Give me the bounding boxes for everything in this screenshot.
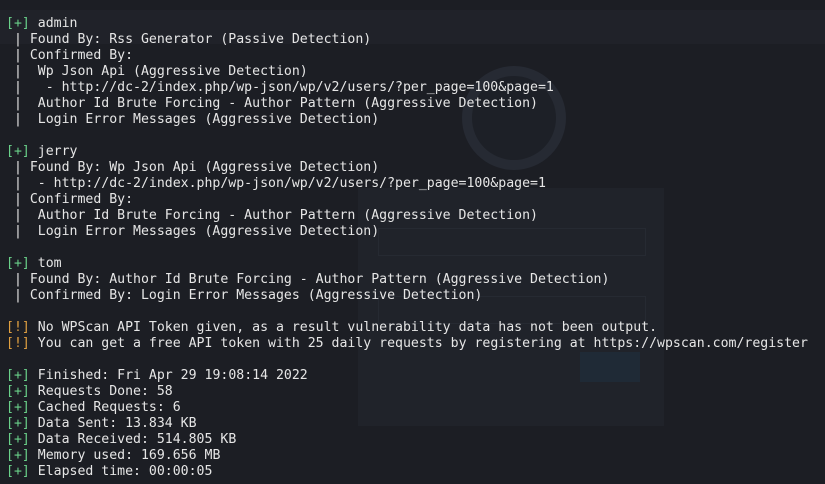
terminal-window[interactable]: [+] admin | Found By: Rss Generator (Pas… <box>0 0 825 484</box>
terminal-line-text: No WPScan API Token given, as a result v… <box>29 320 658 335</box>
terminal-line-text: admin <box>29 16 78 31</box>
terminal-line: [+] tom <box>6 256 808 272</box>
terminal-line-text: Requests Done: 58 <box>29 384 173 399</box>
terminal-line-text: | Login Error Messages (Aggressive Detec… <box>6 224 380 239</box>
info-tag: [+] <box>6 464 30 479</box>
terminal-line-text: Cached Requests: 6 <box>29 400 181 415</box>
terminal-output[interactable]: [+] admin | Found By: Rss Generator (Pas… <box>6 16 808 480</box>
info-tag: [+] <box>6 144 30 159</box>
info-tag: [+] <box>6 256 30 271</box>
terminal-line-text: | Found By: Wp Json Api (Aggressive Dete… <box>6 160 380 175</box>
terminal-line: [+] Memory used: 169.656 MB <box>6 448 808 464</box>
terminal-line-text: | Login Error Messages (Aggressive Detec… <box>6 112 380 127</box>
terminal-line: [+] Requests Done: 58 <box>6 384 808 400</box>
terminal-line-text: Data Sent: 13.834 KB <box>29 416 197 431</box>
warning-tag: [!] <box>6 336 30 351</box>
terminal-line: [!] No WPScan API Token given, as a resu… <box>6 320 808 336</box>
terminal-line: | Confirmed By: <box>6 48 808 64</box>
terminal-line-text: | - http://dc-2/index.php/wp-json/wp/v2/… <box>6 80 554 95</box>
terminal-line-text: Memory used: 169.656 MB <box>29 448 221 463</box>
info-tag: [+] <box>6 432 30 447</box>
terminal-line-text: Data Received: 514.805 KB <box>29 432 237 447</box>
terminal-line: | Author Id Brute Forcing - Author Patte… <box>6 208 808 224</box>
terminal-line-text: | Wp Json Api (Aggressive Detection) <box>6 64 308 79</box>
info-tag: [+] <box>6 448 30 463</box>
terminal-line-text: You can get a free API token with 25 dai… <box>29 336 808 351</box>
terminal-line: | Confirmed By: Login Error Messages (Ag… <box>6 288 808 304</box>
info-tag: [+] <box>6 384 30 399</box>
terminal-line: [!] You can get a free API token with 25… <box>6 336 808 352</box>
terminal-line: | Author Id Brute Forcing - Author Patte… <box>6 96 808 112</box>
terminal-line: [+] Elapsed time: 00:00:05 <box>6 464 808 480</box>
info-tag: [+] <box>6 416 30 431</box>
terminal-line-text: tom <box>29 256 62 271</box>
terminal-line: [+] Cached Requests: 6 <box>6 400 808 416</box>
terminal-line-text: | Found By: Rss Generator (Passive Detec… <box>6 32 372 47</box>
terminal-line: | - http://dc-2/index.php/wp-json/wp/v2/… <box>6 80 808 96</box>
terminal-line: [+] Finished: Fri Apr 29 19:08:14 2022 <box>6 368 808 384</box>
terminal-line: | Login Error Messages (Aggressive Detec… <box>6 224 808 240</box>
terminal-line: | Wp Json Api (Aggressive Detection) <box>6 64 808 80</box>
terminal-line-text: Elapsed time: 00:00:05 <box>29 464 213 479</box>
terminal-line: | Found By: Rss Generator (Passive Detec… <box>6 32 808 48</box>
terminal-line: [+] admin <box>6 16 808 32</box>
terminal-line: | Found By: Author Id Brute Forcing - Au… <box>6 272 808 288</box>
terminal-line: [+] Data Received: 514.805 KB <box>6 432 808 448</box>
terminal-line: [+] Data Sent: 13.834 KB <box>6 416 808 432</box>
terminal-line: | Login Error Messages (Aggressive Detec… <box>6 112 808 128</box>
info-tag: [+] <box>6 368 30 383</box>
terminal-line: [+] jerry <box>6 144 808 160</box>
terminal-line: | - http://dc-2/index.php/wp-json/wp/v2/… <box>6 176 808 192</box>
terminal-line-text: | - http://dc-2/index.php/wp-json/wp/v2/… <box>6 176 546 191</box>
terminal-line-text: | Found By: Author Id Brute Forcing - Au… <box>6 272 610 287</box>
terminal-line-text: | Confirmed By: <box>6 48 134 63</box>
terminal-line-text: | Confirmed By: Login Error Messages (Ag… <box>6 288 483 303</box>
warning-tag: [!] <box>6 320 30 335</box>
terminal-line-text: | Author Id Brute Forcing - Author Patte… <box>6 208 538 223</box>
info-tag: [+] <box>6 16 30 31</box>
terminal-line: | Found By: Wp Json Api (Aggressive Dete… <box>6 160 808 176</box>
terminal-line-text: | Author Id Brute Forcing - Author Patte… <box>6 96 538 111</box>
info-tag: [+] <box>6 400 30 415</box>
terminal-line-text: Finished: Fri Apr 29 19:08:14 2022 <box>29 368 308 383</box>
terminal-line-text: jerry <box>29 144 78 159</box>
terminal-line-text: | Confirmed By: <box>6 192 134 207</box>
terminal-line: | Confirmed By: <box>6 192 808 208</box>
